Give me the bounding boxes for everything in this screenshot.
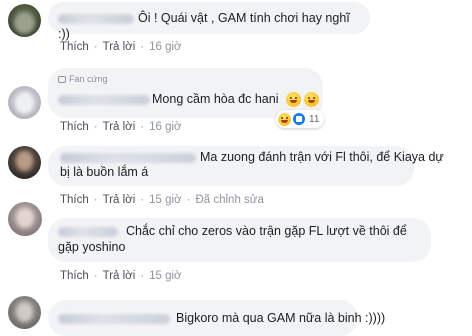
comment-actions: Thích · Trả lời · 15 giờ xyxy=(60,270,182,282)
avatar[interactable] xyxy=(8,202,42,236)
reply-link[interactable]: Trả lời xyxy=(103,194,136,206)
like-reaction-icon xyxy=(293,113,305,125)
fan-badge: Fan cứng xyxy=(58,73,313,85)
like-link[interactable]: Thích xyxy=(60,121,89,133)
grinning-sweat-emoji xyxy=(285,92,301,108)
edited-label[interactable]: Đã chỉnh sửa xyxy=(195,194,263,206)
comment-bubble: Ma zuong đánh trận với Fl thôi, để Kiaya… xyxy=(48,146,444,186)
avatar[interactable] xyxy=(8,4,41,37)
like-link[interactable]: Thích xyxy=(60,194,89,206)
separator-dot: · xyxy=(93,121,98,133)
timestamp[interactable]: 15 giờ xyxy=(149,270,181,282)
grinning-sweat-emoji xyxy=(304,92,320,108)
comment-actions: Thích · Trả lời · 16 giờ xyxy=(60,41,182,53)
commenter-name[interactable] xyxy=(58,226,118,237)
reaction-count: 11 xyxy=(309,113,320,125)
separator-dot: · xyxy=(140,194,145,206)
badge-label: Fan cứng xyxy=(69,74,108,84)
separator-dot: · xyxy=(93,270,98,282)
reply-link[interactable]: Trả lời xyxy=(103,270,136,282)
comment-text-line-1: Ma zuong đánh trận với Fl thôi, để Kiaya… xyxy=(200,150,444,164)
comment-bubble: Chắc chỉ cho zeros vào trận gặp FL lượt … xyxy=(48,218,431,262)
timestamp[interactable]: 16 giờ xyxy=(149,121,181,133)
separator-dot: · xyxy=(140,41,145,53)
avatar[interactable] xyxy=(8,296,41,329)
haha-reaction-icon xyxy=(278,112,291,126)
reply-link[interactable]: Trả lời xyxy=(103,121,136,133)
commenter-name[interactable] xyxy=(58,94,150,105)
comment-text-line-1: Chắc chỉ cho zeros vào trận gặp FL lượt … xyxy=(126,224,407,238)
like-link[interactable]: Thích xyxy=(60,270,89,282)
comment-text: Bigkoro mà qua GAM nữa là binh :)))) xyxy=(176,311,386,325)
separator-dot: · xyxy=(186,194,191,206)
separator-dot: · xyxy=(140,270,145,282)
avatar[interactable] xyxy=(8,146,41,179)
comment-text: Mong cầm hòa đc hani xyxy=(152,92,279,106)
separator-dot: · xyxy=(140,121,145,133)
separator-dot: · xyxy=(93,194,98,206)
like-link[interactable]: Thích xyxy=(60,41,89,53)
timestamp[interactable]: 16 giờ xyxy=(149,41,181,53)
reaction-summary[interactable]: 11 xyxy=(276,110,325,128)
comment-actions: Thích · Trả lời · 15 giờ · Đã chỉnh sửa xyxy=(60,194,264,206)
reply-link[interactable]: Trả lời xyxy=(103,41,136,53)
timestamp[interactable]: 15 giờ xyxy=(149,194,181,206)
commenter-name[interactable] xyxy=(58,313,170,324)
comment-bubble: Bigkoro mà qua GAM nữa là binh :)))) xyxy=(48,300,385,336)
comment-bubble: Ôi ! Quái vật , GAM tính chơi hay nghĩ :… xyxy=(48,2,370,41)
commenter-name[interactable] xyxy=(60,152,196,163)
badge-icon xyxy=(58,75,66,83)
comment-actions: Thích · Trả lời · 16 giờ xyxy=(60,121,182,133)
comment-text-line-2: gặp yoshino xyxy=(58,240,126,254)
avatar[interactable] xyxy=(8,86,41,119)
separator-dot: · xyxy=(93,41,98,53)
comment-text-line-2: bị là buồn lắm á xyxy=(60,165,149,179)
commenter-name[interactable] xyxy=(58,13,134,24)
